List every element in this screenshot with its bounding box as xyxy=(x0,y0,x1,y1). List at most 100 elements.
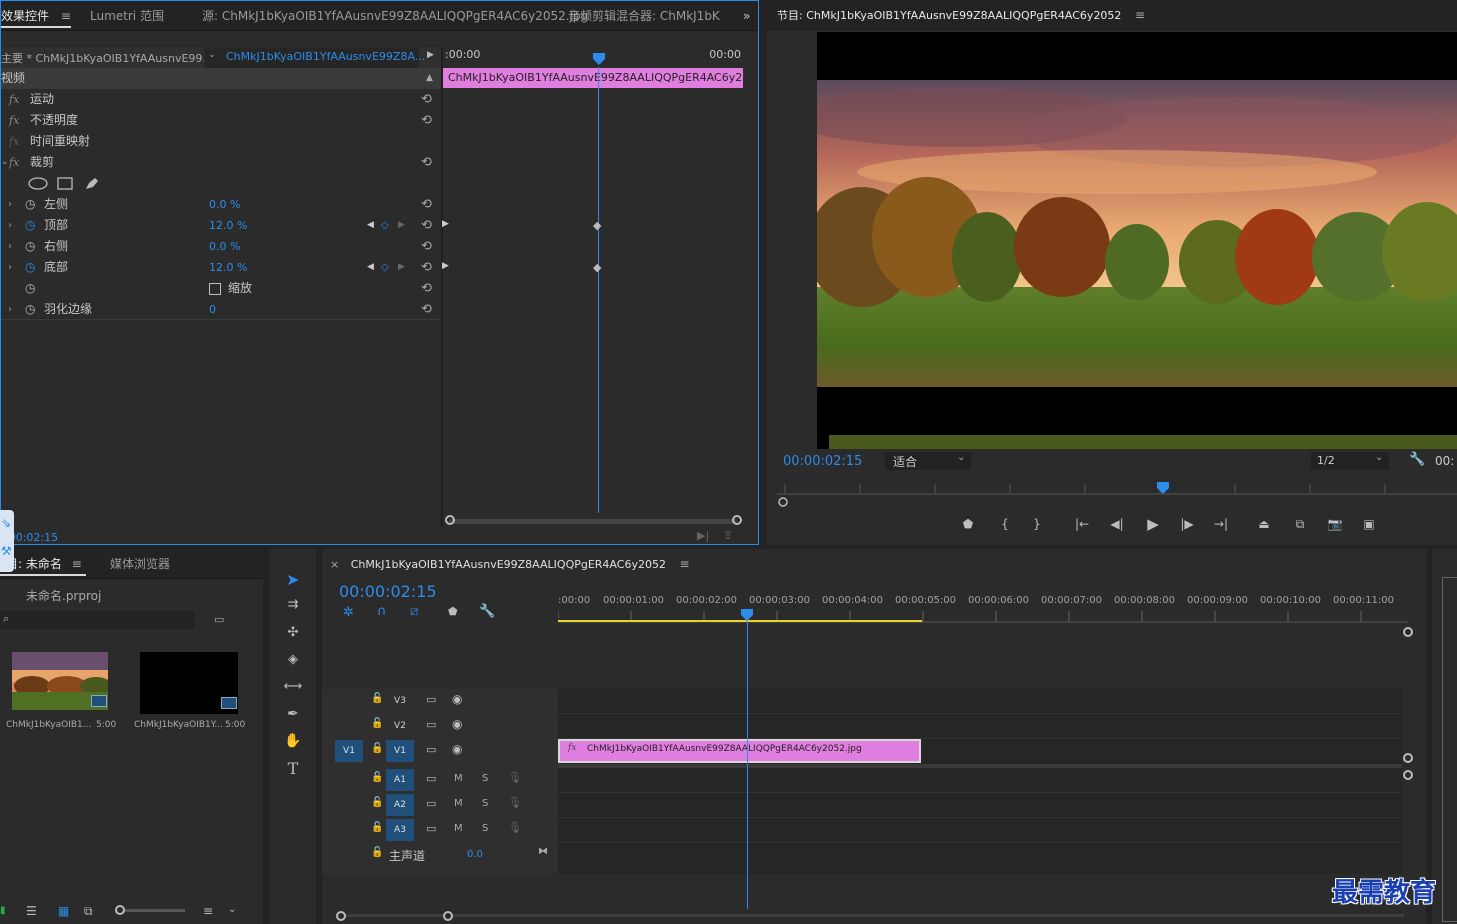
lock-icon[interactable]: 🔓 xyxy=(371,822,383,833)
mute-button[interactable]: M xyxy=(454,773,463,784)
zoom-checkbox[interactable] xyxy=(209,283,221,295)
reset-icon[interactable]: ⟲ xyxy=(421,236,432,257)
eye-icon[interactable]: ◉ xyxy=(452,692,462,706)
solo-button[interactable]: S xyxy=(482,773,488,784)
more-tabs-icon[interactable]: » xyxy=(743,1,750,31)
tab-media-browser[interactable]: 媒体浏览器 xyxy=(110,549,170,579)
nest-icon[interactable]: ✲ xyxy=(343,605,354,620)
step-back-icon[interactable]: ◀| xyxy=(1107,517,1127,531)
go-to-end-icon[interactable]: ⧓ xyxy=(538,846,548,857)
sync-lock-icon[interactable]: ▭ xyxy=(426,693,436,706)
lock-icon[interactable]: 🔓 xyxy=(371,693,383,704)
ripple-edit-tool-icon[interactable]: ✣ xyxy=(282,625,304,640)
list-view-icon[interactable]: ☰ xyxy=(26,904,37,918)
track-target-v1[interactable]: V1 xyxy=(386,740,414,762)
source-patch-v1[interactable]: V1 xyxy=(335,740,363,762)
mute-button[interactable]: M xyxy=(454,798,463,809)
project-search-input[interactable]: ⌕ xyxy=(0,611,195,629)
stopwatch-icon[interactable]: ◷ xyxy=(25,257,35,278)
tab-audio-clip-mixer[interactable]: 音频剪辑混合器: ChMkJ1bK xyxy=(568,1,720,31)
timeline-playhead-marker[interactable] xyxy=(741,609,753,621)
export-frame-icon[interactable]: 📷 xyxy=(1325,517,1345,531)
expand-arrow-icon[interactable]: › xyxy=(8,215,12,236)
effect-row-opacity[interactable]: fx 不透明度 ⟲ xyxy=(1,110,441,131)
param-value[interactable]: 0 xyxy=(209,299,216,320)
timeline-clip[interactable]: fx ChMkJ1bKyaOIB1YfAAusnvE99Z8AALIQQPgER… xyxy=(558,739,921,763)
sync-lock-icon[interactable]: ▭ xyxy=(426,743,436,756)
reset-icon[interactable]: ⟲ xyxy=(421,194,432,215)
type-tool-icon[interactable]: T xyxy=(282,759,304,778)
zoom-slider[interactable] xyxy=(117,909,185,912)
expand-arrow-icon[interactable]: › xyxy=(8,194,12,215)
fit-dropdown[interactable]: 适合 ⌄ xyxy=(885,452,971,470)
sort-icon[interactable]: ≡ xyxy=(203,904,213,918)
export-frame-icon[interactable]: ⇪ xyxy=(723,528,733,542)
timeline-ruler[interactable]: :00:00 00:00:01:00 00:00:02:00 00:00:03:… xyxy=(558,589,1408,623)
work-area-bar[interactable] xyxy=(558,620,922,622)
prev-keyframe-icon[interactable]: ◀ xyxy=(367,215,374,236)
master-volume-value[interactable]: 0.0 xyxy=(467,849,483,860)
project-item[interactable]: ChMkJ1bKyaOIB1Y... 5:00 xyxy=(124,644,252,739)
rectangle-mask-icon[interactable] xyxy=(57,177,73,190)
horizontal-scroll-handle[interactable] xyxy=(336,911,346,921)
effect-row-motion[interactable]: fx 运动 ⟲ xyxy=(1,89,441,110)
slip-tool-icon[interactable]: ⟷ xyxy=(282,679,304,694)
clip-select-dropdown[interactable]: ⌄ ChMkJ1bKyaOIB1YfAAusnvE99Z8A... xyxy=(204,47,425,68)
freeform-view-icon[interactable]: ⧉ xyxy=(84,904,93,919)
snap-icon[interactable]: ∩ xyxy=(377,604,387,619)
scroll-up-icon[interactable]: ▲ xyxy=(426,68,433,89)
add-marker-icon[interactable]: ⬟ xyxy=(448,605,458,618)
program-timecode[interactable]: 00:00:02:15 xyxy=(783,454,862,469)
zoom-slider-handle[interactable] xyxy=(115,905,125,915)
menu-icon[interactable]: ≡ xyxy=(72,557,82,571)
lift-icon[interactable]: ⏏ xyxy=(1254,517,1274,531)
timeline-playhead-line[interactable] xyxy=(747,621,748,909)
mini-clip-bar[interactable]: ChMkJ1bKyaOIB1YfAAusnvE99Z8AALIQQPgER4AC… xyxy=(443,68,743,88)
play-icon[interactable]: ▶ xyxy=(1143,515,1163,533)
ellipse-mask-icon[interactable] xyxy=(28,177,48,190)
chevron-down-icon[interactable]: ⌄ xyxy=(228,904,236,915)
microphone-icon[interactable]: 🎙 xyxy=(508,796,522,809)
play-only-icon[interactable]: ▶ xyxy=(427,50,434,60)
reset-icon[interactable]: ⟲ xyxy=(421,299,432,320)
sync-lock-icon[interactable]: ▭ xyxy=(426,797,436,810)
ec-split-divider[interactable] xyxy=(441,47,443,527)
solo-button[interactable]: S xyxy=(482,823,488,834)
sync-lock-icon[interactable]: ▭ xyxy=(426,772,436,785)
selection-tool-icon[interactable]: ➤ xyxy=(286,570,299,589)
param-value[interactable]: 12.0 % xyxy=(209,257,247,278)
reset-icon[interactable]: ⟲ xyxy=(421,110,432,131)
microphone-icon[interactable]: 🎙 xyxy=(508,821,522,834)
add-keyframe-icon[interactable]: ◇ xyxy=(381,215,389,236)
timeline-tab[interactable]: × ChMkJ1bKyaOIB1YfAAusnvE99Z8AALIQQPgER4… xyxy=(330,557,690,575)
new-bin-icon[interactable]: ▭ xyxy=(214,613,224,626)
lock-icon[interactable]: 🔓 xyxy=(371,797,383,808)
add-marker-icon[interactable]: ⬟ xyxy=(960,517,976,531)
reset-icon[interactable]: ⟲ xyxy=(421,152,432,173)
compare-view-icon[interactable]: ▣ xyxy=(1359,517,1379,531)
vertical-scroll-handle[interactable] xyxy=(1403,627,1413,637)
stopwatch-icon[interactable]: ◷ xyxy=(25,215,35,236)
vertical-scroll-handle[interactable] xyxy=(1403,753,1413,763)
wrench-icon[interactable]: 🔧 xyxy=(1409,452,1425,467)
step-forward-icon[interactable]: |▶ xyxy=(1177,517,1197,531)
track-target-v2[interactable]: V2 xyxy=(386,715,414,737)
selection-icon[interactable]: ⇘ xyxy=(1,516,11,530)
microphone-icon[interactable]: 🎙 xyxy=(508,771,522,784)
track-target-a1[interactable]: A1 xyxy=(386,769,414,791)
stopwatch-icon[interactable]: ◷ xyxy=(25,236,35,257)
solo-button[interactable]: S xyxy=(482,798,488,809)
sync-lock-icon[interactable]: ▭ xyxy=(426,718,436,731)
timeline-timecode[interactable]: 00:00:02:15 xyxy=(339,582,437,601)
project-item[interactable]: ChMkJ1bKyaOIB1... 5:00 xyxy=(0,644,124,739)
mute-button[interactable]: M xyxy=(454,823,463,834)
prev-keyframe-icon[interactable]: ◀ xyxy=(367,257,374,278)
effect-row-crop[interactable]: ⌄ fx 裁剪 ⟲ xyxy=(1,152,441,173)
scroll-handle-left[interactable] xyxy=(445,515,455,525)
expand-arrow-icon[interactable]: › xyxy=(8,257,12,278)
next-keyframe-icon[interactable]: ▶ xyxy=(398,257,405,278)
tab-program[interactable]: 节目: ChMkJ1bKyaOIB1YfAAusnvE99Z8AALIQQPgE… xyxy=(777,0,1145,30)
icon-view-icon[interactable]: ▦ xyxy=(58,904,69,918)
expand-arrow-icon[interactable]: › xyxy=(8,236,12,257)
quality-dropdown[interactable]: 1/2 ⌄ xyxy=(1311,452,1389,470)
